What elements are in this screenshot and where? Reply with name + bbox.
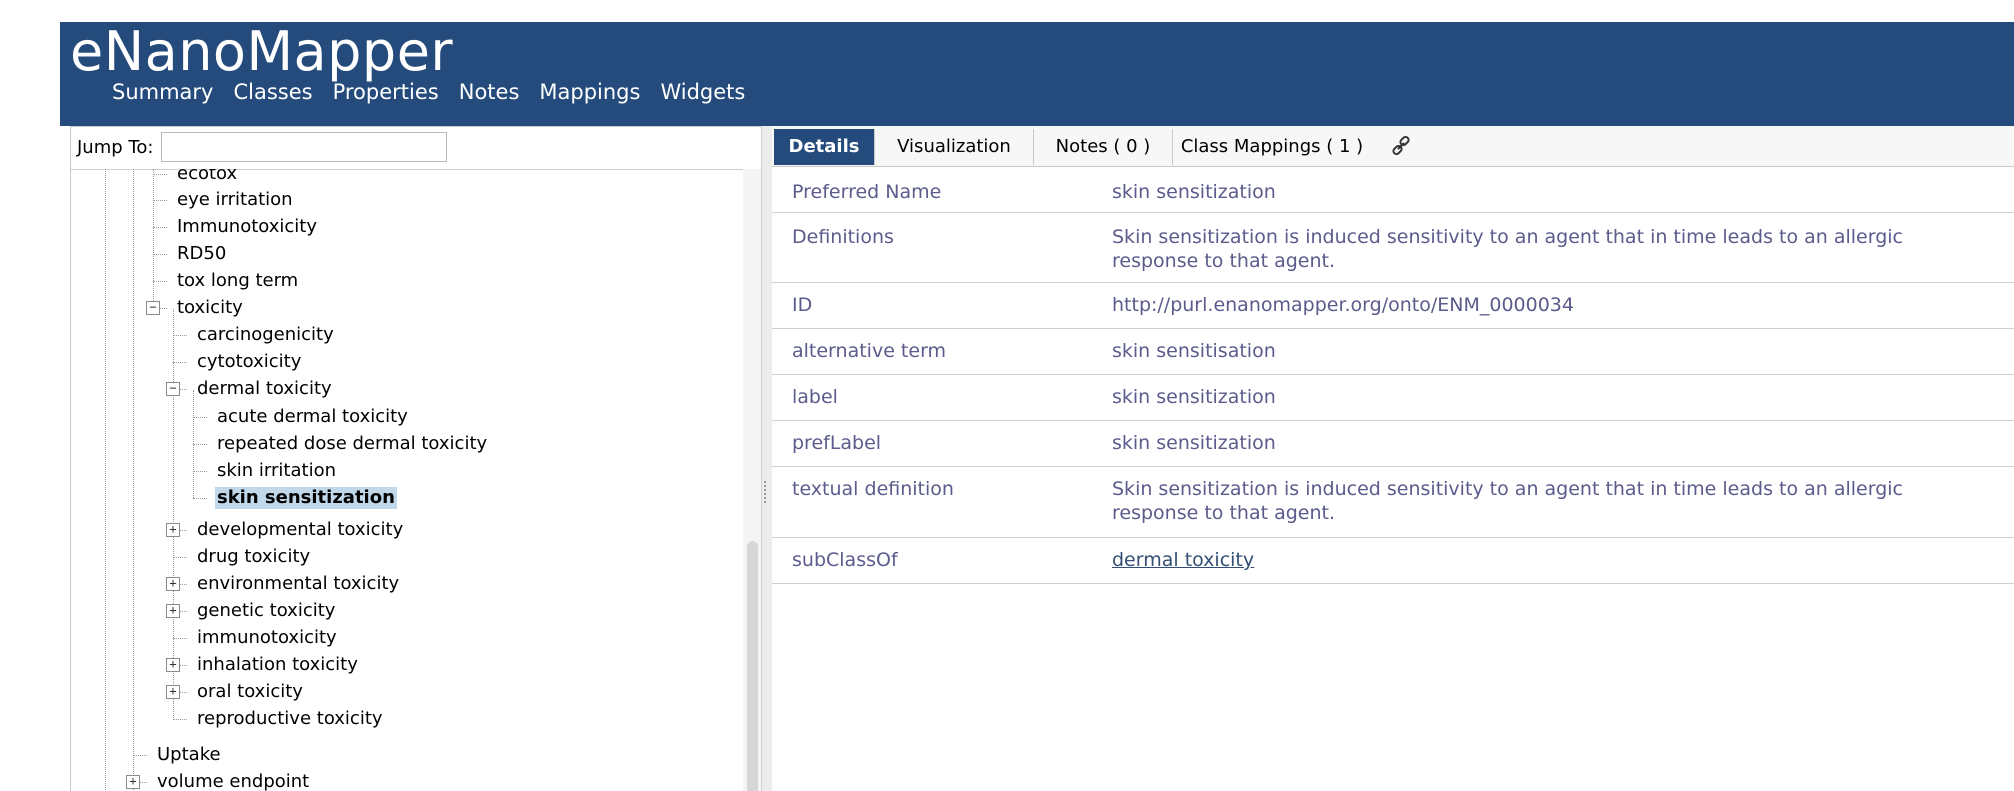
tree-item[interactable]: volume endpoint bbox=[157, 771, 309, 791]
expand-icon[interactable]: + bbox=[166, 658, 180, 672]
detail-row-textual-definition: textual definition Skin sensitization is… bbox=[772, 466, 2014, 538]
main-nav: Summary Classes Properties Notes Mapping… bbox=[112, 78, 745, 106]
tree-connector bbox=[173, 719, 187, 720]
tab-visualization[interactable]: Visualization bbox=[875, 129, 1034, 165]
tree-item[interactable]: carcinogenicity bbox=[197, 324, 334, 346]
tree-connector bbox=[173, 557, 187, 558]
detail-row-preferred-name: Preferred Name skin sensitization bbox=[772, 166, 2014, 213]
tree-connector bbox=[153, 281, 167, 282]
collapse-icon[interactable]: − bbox=[146, 301, 160, 315]
tree-item[interactable]: repeated dose dermal toxicity bbox=[217, 433, 487, 455]
tree-item[interactable]: ecotox bbox=[177, 169, 237, 185]
detail-key: alternative term bbox=[792, 340, 947, 362]
tree-item[interactable]: drug toxicity bbox=[197, 546, 310, 568]
tree-connector bbox=[153, 227, 167, 228]
tree-item[interactable]: toxicity bbox=[177, 297, 243, 319]
tree-item[interactable]: genetic toxicity bbox=[197, 600, 335, 622]
detail-key: Definitions bbox=[792, 226, 894, 248]
detail-row-alternative-term: alternative term skin sensitisation bbox=[772, 328, 2014, 375]
jump-to-input[interactable] bbox=[161, 132, 447, 162]
nav-widgets[interactable]: Widgets bbox=[660, 78, 745, 106]
details-tabbar: Details Visualization Notes ( 0 ) Class … bbox=[772, 126, 2014, 167]
tree-connector bbox=[153, 174, 167, 175]
tree-connector bbox=[193, 471, 207, 472]
detail-row-id: ID http://purl.enanomapper.org/onto/ENM_… bbox=[772, 282, 2014, 329]
tree-item[interactable]: reproductive toxicity bbox=[197, 708, 383, 730]
tree-guide-line bbox=[105, 169, 106, 791]
tree-connector bbox=[153, 200, 167, 201]
tree-guide-line bbox=[153, 169, 154, 303]
app-title: eNanoMapper bbox=[70, 22, 454, 83]
tree-connector bbox=[193, 417, 207, 418]
detail-row-preflabel: prefLabel skin sensitization bbox=[772, 420, 2014, 467]
tree-item[interactable]: cytotoxicity bbox=[197, 351, 301, 373]
tree-item[interactable]: immunotoxicity bbox=[197, 627, 337, 649]
expand-icon[interactable]: + bbox=[166, 577, 180, 591]
detail-key: prefLabel bbox=[792, 432, 882, 454]
detail-value: Skin sensitization is induced sensitivit… bbox=[1112, 478, 1903, 524]
tab-class-mappings[interactable]: Class Mappings ( 1 ) bbox=[1173, 129, 1371, 165]
header-bar: eNanoMapper Summary Classes Properties N… bbox=[60, 22, 2014, 126]
tree-connector bbox=[173, 362, 187, 363]
detail-key: textual definition bbox=[792, 478, 954, 500]
detail-row-label: label skin sensitization bbox=[772, 374, 2014, 421]
tree-connector bbox=[193, 498, 207, 499]
tree-connector bbox=[133, 755, 147, 756]
tree-scrollbar[interactable] bbox=[743, 169, 761, 791]
class-tree-pane: Jump To: ecotox eye irritation Immunotoxic… bbox=[70, 126, 762, 791]
nav-properties[interactable]: Properties bbox=[333, 78, 439, 106]
class-tree: ecotox eye irritation Immunotoxicity RD50 to… bbox=[71, 169, 743, 791]
tree-item[interactable]: environmental toxicity bbox=[197, 573, 399, 595]
tab-notes[interactable]: Notes ( 0 ) bbox=[1034, 129, 1173, 165]
app-frame: eNanoMapper Summary Classes Properties N… bbox=[60, 22, 2014, 791]
tree-item[interactable]: dermal toxicity bbox=[197, 378, 332, 400]
tree-item[interactable]: developmental toxicity bbox=[197, 519, 403, 541]
subclassof-link[interactable]: dermal toxicity bbox=[1112, 549, 1254, 571]
tree-item[interactable]: acute dermal toxicity bbox=[217, 406, 408, 428]
detail-value: Skin sensitization is induced sensitivit… bbox=[1112, 226, 1903, 272]
expand-icon[interactable]: + bbox=[166, 523, 180, 537]
tree-guide-line bbox=[133, 169, 134, 791]
tree-item[interactable]: RD50 bbox=[177, 243, 226, 265]
tree-connector bbox=[173, 638, 187, 639]
collapse-icon[interactable]: − bbox=[166, 382, 180, 396]
tree-item[interactable]: Immunotoxicity bbox=[177, 216, 317, 238]
tree-item[interactable]: eye irritation bbox=[177, 189, 293, 211]
tree-item[interactable]: tox long term bbox=[177, 270, 298, 292]
jump-bar: Jump To: bbox=[71, 127, 761, 170]
tree-item[interactable]: oral toxicity bbox=[197, 681, 303, 703]
splitter-grip[interactable] bbox=[764, 481, 770, 503]
detail-value: skin sensitization bbox=[1112, 386, 1276, 408]
tree-item-selected[interactable]: skin sensitization bbox=[215, 487, 397, 509]
detail-key: subClassOf bbox=[792, 549, 898, 571]
tree-connector bbox=[173, 335, 187, 336]
detail-value: http://purl.enanomapper.org/onto/ENM_000… bbox=[1112, 294, 1574, 316]
detail-key: ID bbox=[792, 294, 813, 316]
expand-icon[interactable]: + bbox=[126, 775, 140, 789]
jump-to-label: Jump To: bbox=[77, 137, 154, 158]
detail-value: skin sensitisation bbox=[1112, 340, 1276, 362]
tree-scrollbar-thumb[interactable] bbox=[747, 541, 758, 791]
nav-summary[interactable]: Summary bbox=[112, 78, 213, 106]
tree-item[interactable]: inhalation toxicity bbox=[197, 654, 358, 676]
tab-details[interactable]: Details bbox=[774, 129, 875, 165]
detail-key: label bbox=[792, 386, 838, 408]
detail-row-subclassof: subClassOf dermal toxicity bbox=[772, 537, 2014, 584]
detail-key: Preferred Name bbox=[792, 181, 942, 203]
nav-classes[interactable]: Classes bbox=[233, 78, 312, 106]
detail-value: dermal toxicity bbox=[1112, 548, 1992, 572]
nav-notes[interactable]: Notes bbox=[459, 78, 520, 106]
expand-icon[interactable]: + bbox=[166, 685, 180, 699]
tree-item[interactable]: Uptake bbox=[157, 744, 221, 766]
tree-connector bbox=[193, 444, 207, 445]
class-details-pane: Details Visualization Notes ( 0 ) Class … bbox=[772, 126, 2014, 791]
expand-icon[interactable]: + bbox=[166, 604, 180, 618]
tree-item[interactable]: skin irritation bbox=[217, 460, 336, 482]
tree-connector bbox=[153, 254, 167, 255]
detail-row-definitions: Definitions Skin sensitization is induce… bbox=[772, 212, 2014, 283]
detail-value: skin sensitization bbox=[1112, 181, 1276, 203]
detail-value: skin sensitization bbox=[1112, 432, 1276, 454]
link-icon[interactable] bbox=[1390, 135, 1412, 157]
nav-mappings[interactable]: Mappings bbox=[539, 78, 640, 106]
